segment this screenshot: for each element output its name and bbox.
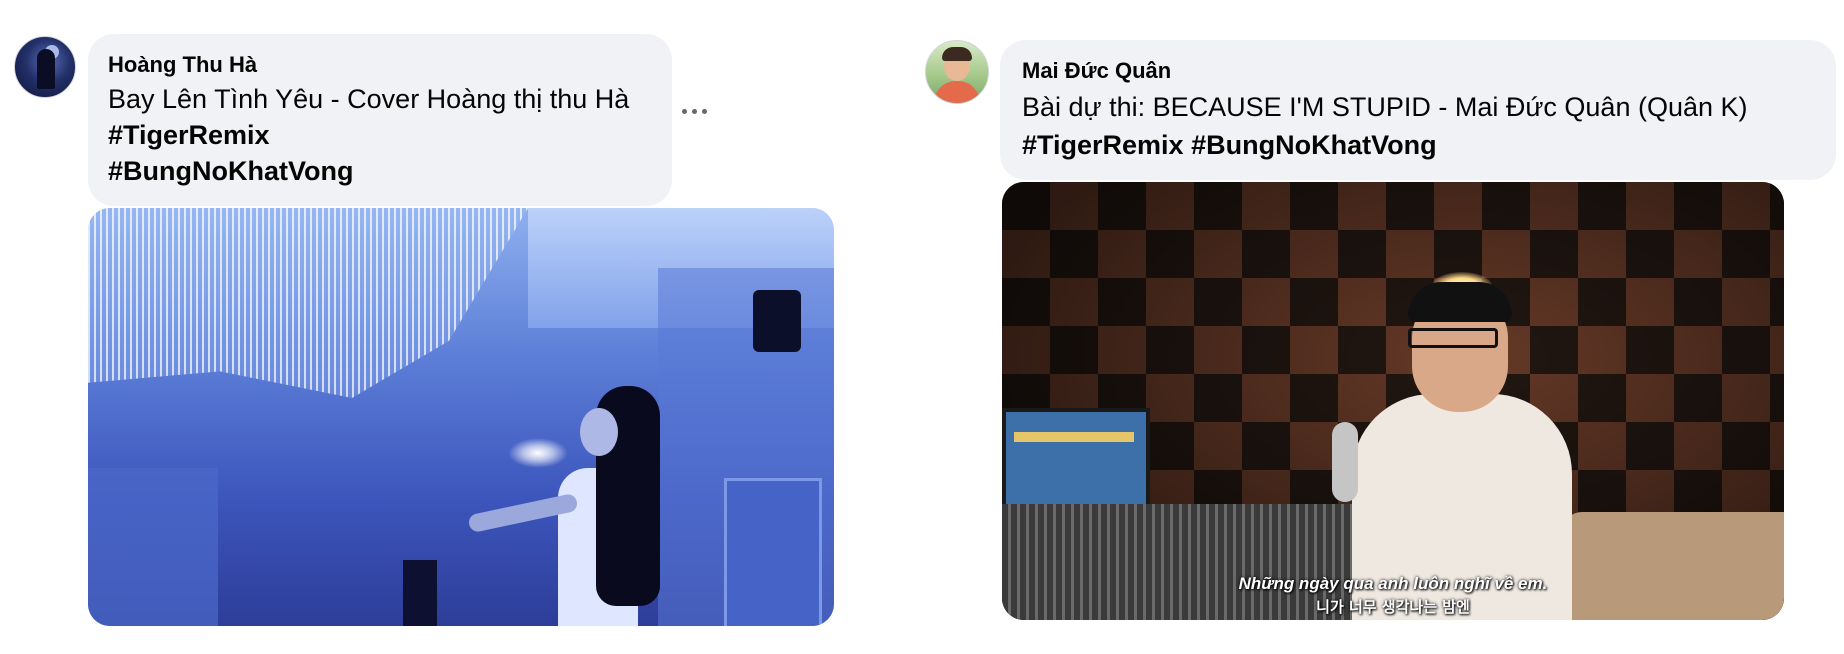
hashtag-tigerremix[interactable]: #TigerRemix (108, 120, 270, 151)
author-name[interactable]: Mai Đức Quân (1022, 58, 1171, 84)
video-subtitle-vi: Những ngày qua anh luôn nghĩ về em. (1238, 574, 1548, 593)
glasses (1408, 328, 1498, 348)
avatar-hoang-thu-ha[interactable] (14, 36, 76, 98)
post-text: Bay Lên Tình Yêu - Cover Hoàng thị thu H… (108, 84, 630, 114)
post-bubble-1: Hoàng Thu Hà Bay Lên Tình Yêu - Cover Ho… (88, 34, 672, 206)
microphone-light (508, 438, 568, 468)
string-curtain (88, 208, 528, 398)
hashtag-bungnokhatvong[interactable]: #BungNoKhatVong (108, 156, 353, 187)
microphone (1332, 422, 1358, 502)
avatar-mai-duc-quan[interactable] (925, 40, 989, 104)
speaker (753, 290, 801, 352)
post-video-thumbnail-1[interactable] (88, 208, 834, 626)
hashtag-tigerremix[interactable]: #TigerRemix (1022, 130, 1184, 160)
more-horizontal-icon[interactable] (682, 104, 710, 118)
post-text: Bài dự thi: BECAUSE I'M STUPID - Mai Đức… (1022, 92, 1748, 122)
door (724, 478, 822, 626)
hashtag-bungnokhatvong[interactable]: #BungNoKhatVong (1191, 130, 1436, 160)
post-bubble-2: Mai Đức Quân Bài dự thi: BECAUSE I'M STU… (1000, 40, 1836, 180)
author-name[interactable]: Hoàng Thu Hà (108, 52, 257, 78)
avatar-figure (37, 49, 55, 89)
video-subtitle-ko: 니가 너무 생각나는 밤엔 (1316, 598, 1470, 616)
post-video-thumbnail-2[interactable]: Những ngày qua anh luôn nghĩ về em. 니가 너… (1002, 182, 1784, 620)
monitor (1002, 408, 1150, 516)
